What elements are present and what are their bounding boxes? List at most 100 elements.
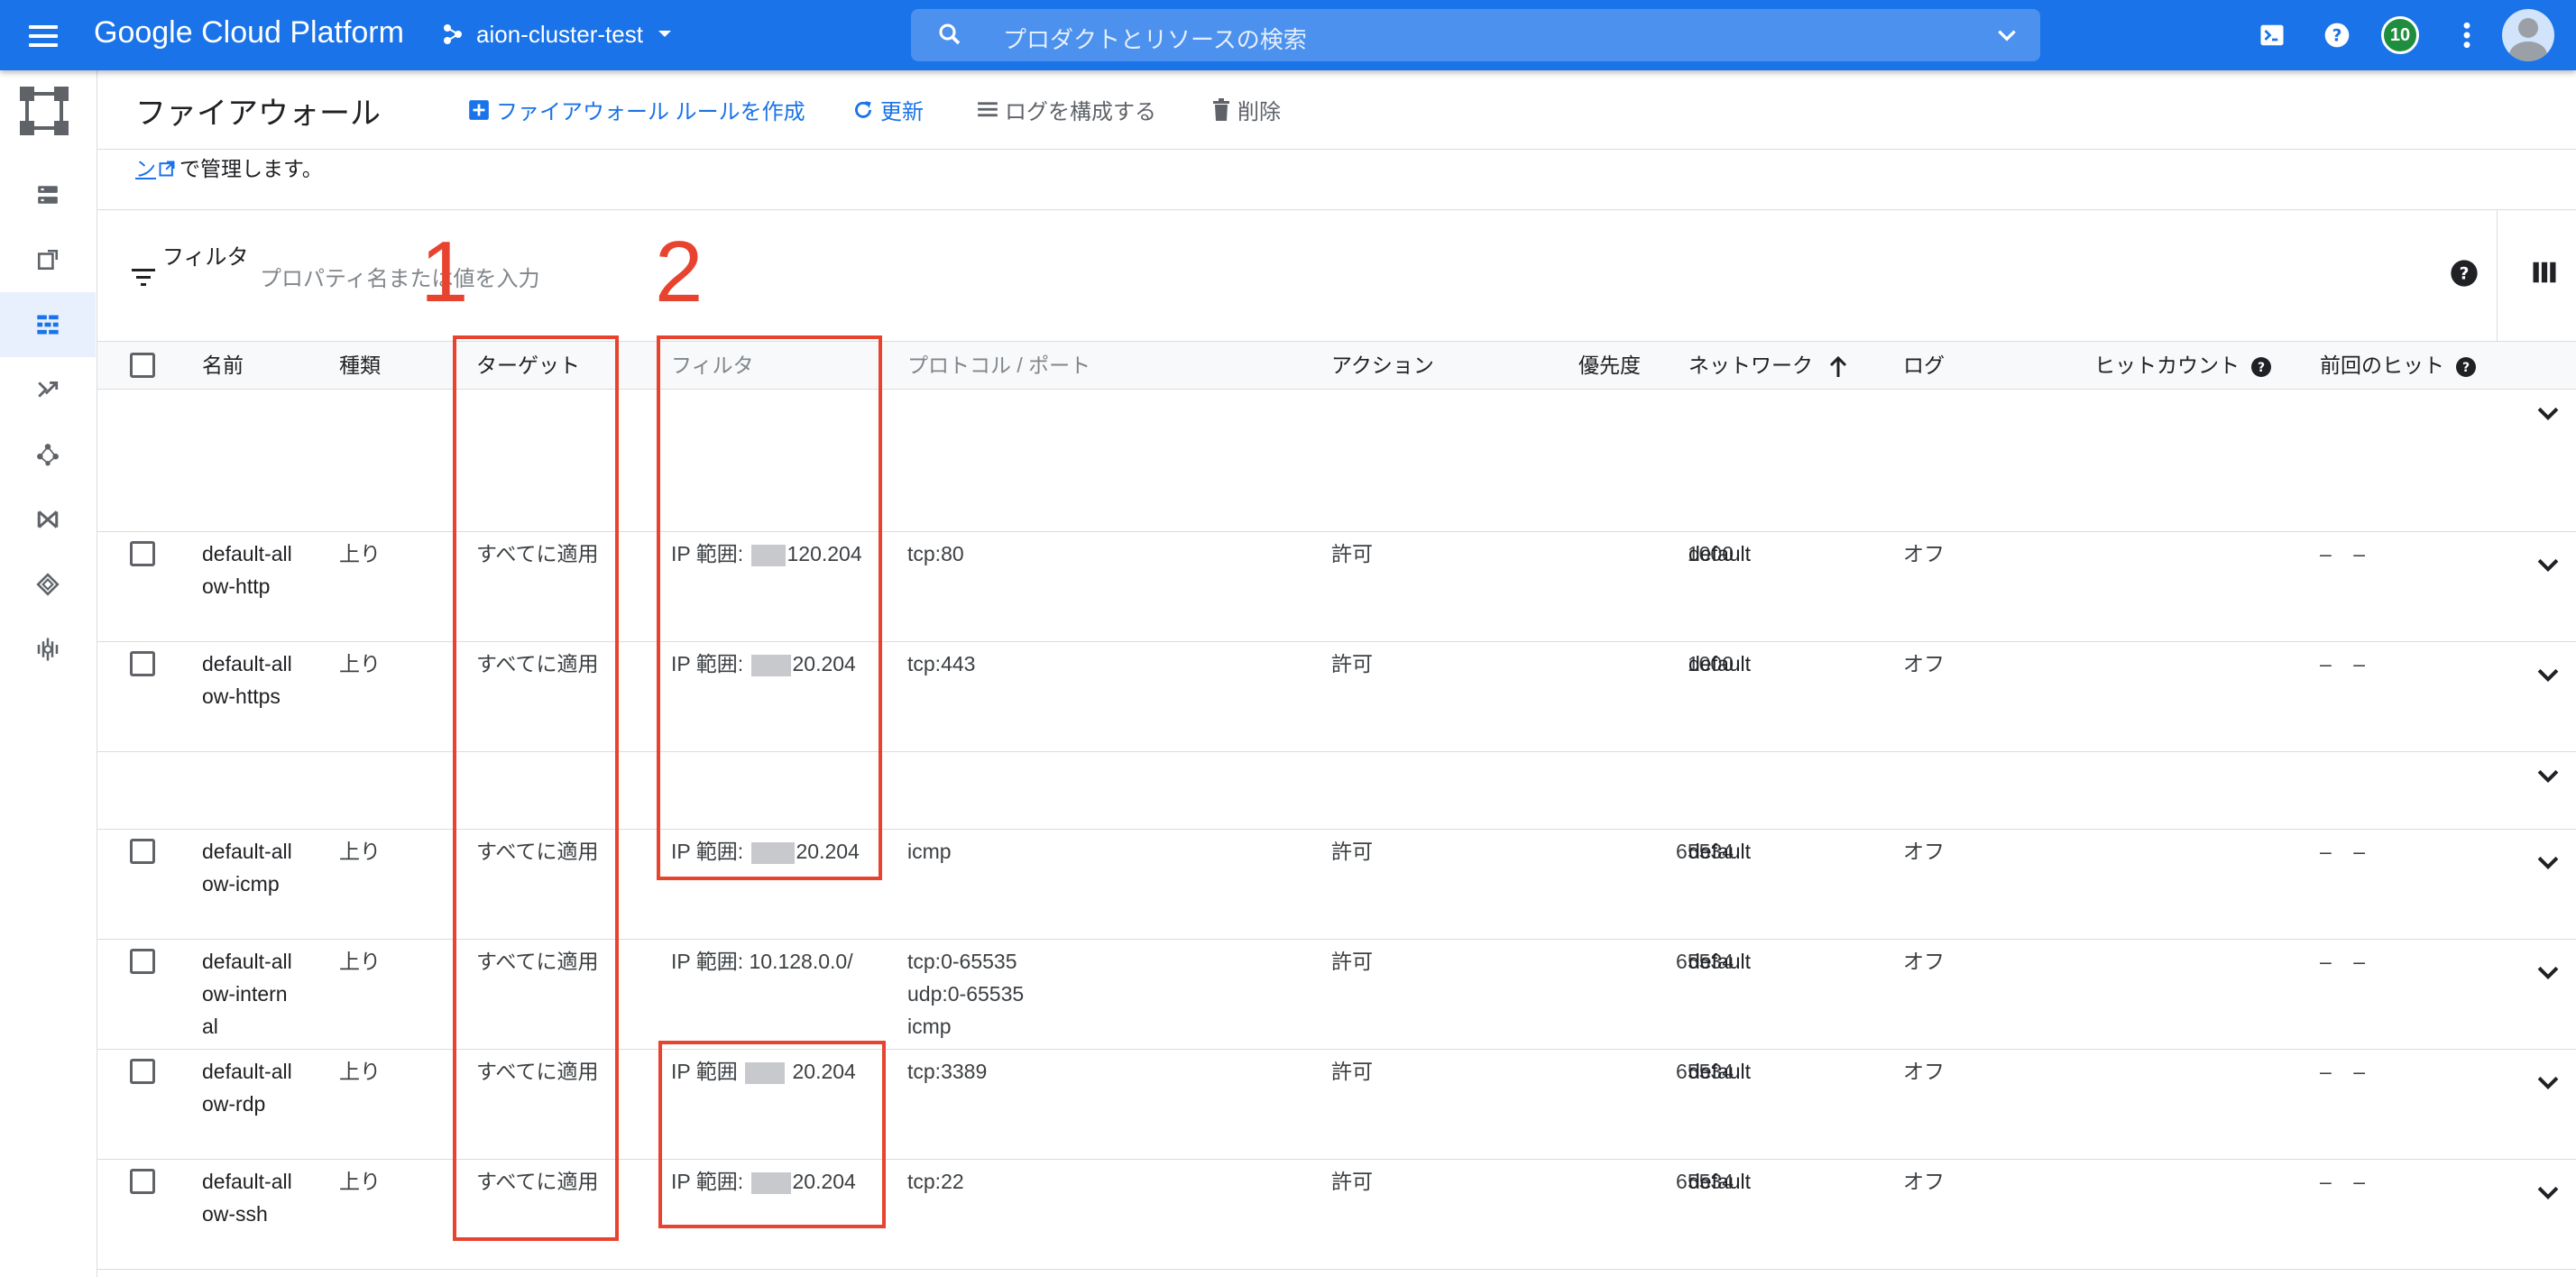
- column-header-priority[interactable]: 優先度: [1578, 342, 1641, 389]
- row-checkbox[interactable]: [130, 651, 155, 676]
- row-checkbox[interactable]: [130, 949, 155, 974]
- row-checkbox[interactable]: [130, 541, 155, 566]
- rule-last-hit: –: [2320, 652, 2332, 675]
- chevron-down-icon[interactable]: [2533, 1178, 2563, 1208]
- column-display-icon[interactable]: [2531, 259, 2558, 286]
- more-vert-icon[interactable]: [2446, 14, 2488, 56]
- help-icon[interactable]: ?: [2450, 259, 2479, 288]
- rule-network[interactable]: default: [1688, 648, 1751, 680]
- shared-vpc-icon[interactable]: [0, 487, 96, 552]
- filter-bar: フィルタ プロパティ名または値を入力 ?: [97, 209, 2576, 341]
- row-checkbox[interactable]: [130, 839, 155, 864]
- protocol-line: udp:0-65535: [907, 982, 1025, 1006]
- rule-protocol: tcp:443: [907, 652, 976, 675]
- refresh-button[interactable]: 更新: [851, 94, 924, 125]
- rule-protocol: tcp:0-65535 udp:0-65535 icmp: [907, 945, 1024, 1043]
- column-header-network[interactable]: ネットワーク: [1688, 342, 1849, 389]
- refresh-label: 更新: [880, 100, 924, 124]
- brand-title[interactable]: Google Cloud Platform: [94, 13, 404, 52]
- column-header-action[interactable]: アクション: [1331, 342, 1434, 389]
- project-selector[interactable]: aion-cluster-test: [442, 14, 676, 54]
- routes-icon[interactable]: [0, 357, 96, 422]
- rule-network[interactable]: default: [1688, 1165, 1751, 1198]
- configure-logs-button[interactable]: ログを構成する: [976, 94, 1156, 125]
- project-name: aion-cluster-test: [476, 20, 643, 48]
- cloud-shell-icon[interactable]: [2251, 14, 2293, 56]
- column-header-last-hit[interactable]: 前回のヒット ?: [2320, 342, 2477, 389]
- help-icon[interactable]: ?: [2455, 356, 2477, 378]
- chevron-down-icon[interactable]: [2533, 660, 2563, 691]
- create-firewall-rule-label: ファイアウォール ルールを作成: [496, 100, 805, 124]
- rule-hit-count: –: [2353, 1060, 2365, 1083]
- rule-name[interactable]: default-allow-ssh: [202, 1165, 292, 1230]
- svg-text:?: ?: [2332, 27, 2342, 46]
- rule-last-hit: –: [2320, 840, 2332, 863]
- rule-hit-count: –: [2353, 1170, 2365, 1193]
- info-note: ンで管理します。: [135, 152, 323, 182]
- rule-protocol: icmp: [907, 840, 952, 863]
- rule-action: 許可: [1331, 950, 1373, 973]
- create-firewall-rule-button[interactable]: ファイアウォール ルールを作成: [467, 94, 805, 125]
- annotation-label-2: 2: [655, 224, 704, 320]
- annotation-label-1: 1: [420, 224, 469, 320]
- peering-icon[interactable]: [0, 422, 96, 487]
- project-icon: [444, 24, 462, 44]
- row-checkbox[interactable]: [130, 1169, 155, 1194]
- chevron-down-icon[interactable]: [2533, 761, 2563, 792]
- rule-log: オフ: [1903, 840, 1945, 863]
- chevron-down-icon[interactable]: [2533, 550, 2563, 581]
- search-bar[interactable]: プロダクトとリソースの検索: [911, 9, 2040, 61]
- column-header-network-label: ネットワーク: [1688, 354, 1813, 377]
- svg-text:?: ?: [2460, 265, 2470, 284]
- rule-name[interactable]: default-allow-icmp: [202, 835, 292, 900]
- select-all-checkbox[interactable]: [130, 353, 155, 378]
- rule-name[interactable]: default-allow-https: [202, 648, 292, 712]
- column-header-hit-count[interactable]: ヒットカウント ?: [2094, 342, 2272, 389]
- chevron-down-icon[interactable]: [2533, 399, 2563, 429]
- open-in-new-icon[interactable]: [158, 160, 176, 178]
- search-icon: [939, 23, 961, 45]
- filter-input[interactable]: プロパティ名または値を入力: [260, 261, 540, 292]
- rule-name[interactable]: default-allow-rdp: [202, 1055, 292, 1120]
- row-checkbox[interactable]: [130, 1059, 155, 1084]
- delete-label: 削除: [1237, 100, 1281, 124]
- packet-mirroring-icon[interactable]: [0, 617, 96, 682]
- chevron-down-icon[interactable]: [2533, 848, 2563, 878]
- chevron-down-icon[interactable]: [2533, 1068, 2563, 1098]
- help-icon[interactable]: ?: [2250, 356, 2272, 378]
- trash-icon: [1213, 97, 1229, 121]
- column-header-protocol-port[interactable]: プロトコル / ポート: [907, 342, 1090, 389]
- vpc-network-icon[interactable]: [18, 85, 70, 137]
- column-header-log[interactable]: ログ: [1903, 342, 1945, 389]
- rule-network[interactable]: default: [1688, 945, 1751, 978]
- protocol-line: icmp: [907, 1015, 952, 1038]
- chevron-down-icon[interactable]: [1993, 23, 2020, 47]
- help-icon[interactable]: ?: [2316, 14, 2358, 56]
- rule-name[interactable]: default-allow-http: [202, 537, 292, 602]
- ip-addresses-icon[interactable]: [0, 162, 96, 227]
- delete-button[interactable]: 削除: [1210, 94, 1281, 125]
- rule-network[interactable]: default: [1688, 537, 1751, 570]
- search-input[interactable]: プロダクトとリソースの検索: [1003, 22, 1307, 55]
- firewall-icon[interactable]: [0, 292, 96, 357]
- external-ip-icon[interactable]: [0, 227, 96, 292]
- serverless-connector-icon[interactable]: [0, 552, 96, 617]
- rule-last-hit: –: [2320, 1170, 2332, 1193]
- account-avatar[interactable]: [2500, 7, 2556, 63]
- refresh-icon: [855, 100, 871, 118]
- column-header-name[interactable]: 名前: [202, 342, 244, 389]
- menu-icon[interactable]: [25, 18, 61, 54]
- sort-arrow-up-icon: [1830, 355, 1847, 377]
- docs-link[interactable]: ン: [135, 157, 156, 180]
- column-header-type[interactable]: 種類: [339, 342, 381, 389]
- rule-log: オフ: [1903, 950, 1945, 973]
- rule-network[interactable]: default: [1688, 835, 1751, 868]
- notifications-badge[interactable]: 10: [2379, 14, 2421, 56]
- rule-name[interactable]: default-allow-internal: [202, 945, 292, 1043]
- page-title: ファイアウォール: [135, 96, 381, 131]
- chevron-down-icon[interactable]: [2533, 958, 2563, 988]
- rule-log: オフ: [1903, 1170, 1945, 1193]
- rule-network[interactable]: default: [1688, 1055, 1751, 1088]
- rule-last-hit: –: [2320, 1060, 2332, 1083]
- rule-log: オフ: [1903, 542, 1945, 565]
